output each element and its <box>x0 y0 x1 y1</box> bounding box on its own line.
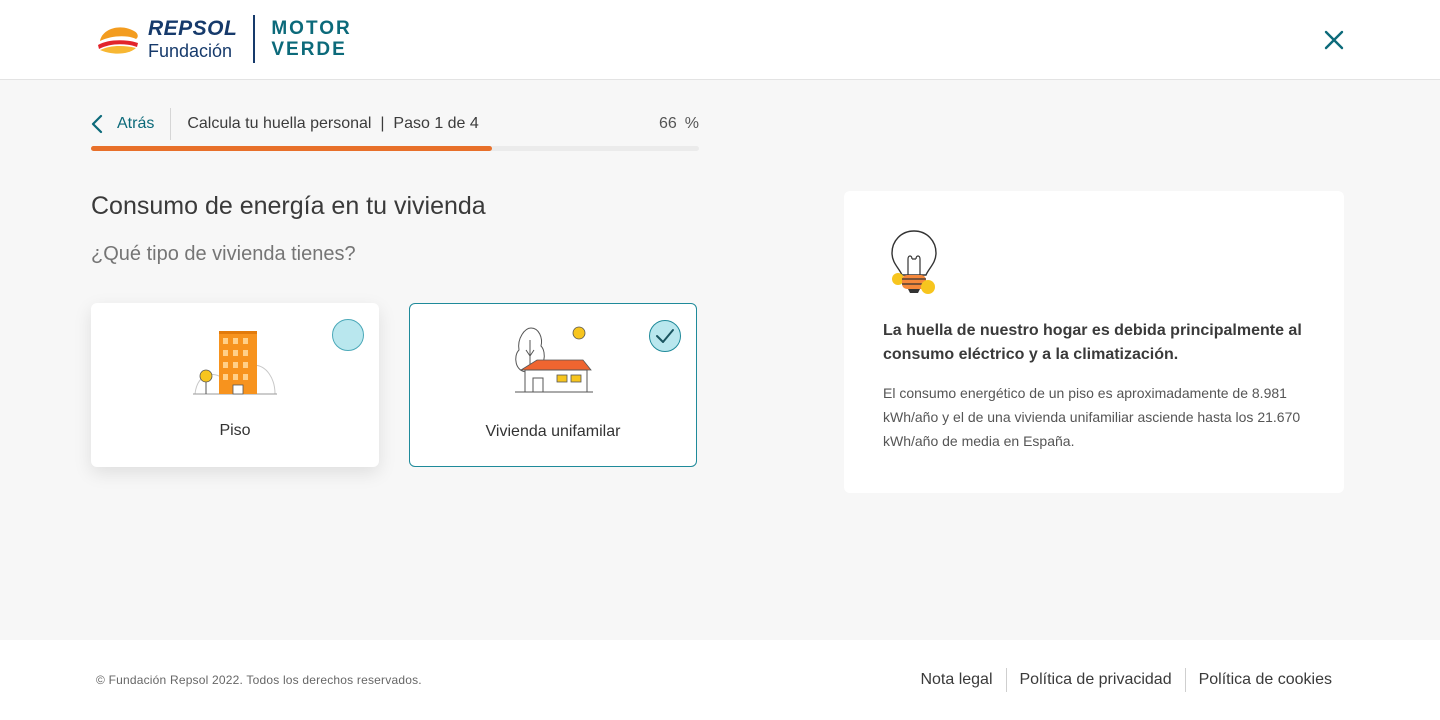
progress-bar <box>91 146 699 151</box>
chevron-left-icon <box>91 114 103 134</box>
house-icon <box>511 326 595 401</box>
program-name-line1: MOTOR <box>271 18 352 39</box>
info-title: La huella de nuestro hogar es debida pri… <box>883 322 1302 363</box>
brand-subtitle: Fundación <box>148 41 233 61</box>
radio-selected[interactable] <box>649 320 681 352</box>
progress-percent-sign: % <box>684 115 699 132</box>
section-heading: Consumo de energía en tu vivienda <box>91 192 486 220</box>
back-label: Atrás <box>117 115 155 132</box>
option-card-vivienda-unifamiliar[interactable]: Vivienda unifamilar <box>409 303 697 467</box>
option-card-piso[interactable]: Piso <box>91 303 379 467</box>
question-prompt: ¿Qué tipo de vivienda tienes? <box>91 243 356 265</box>
program-name-line2: VERDE <box>271 39 347 60</box>
fundacion-repsol-motor-verde-logo[interactable]: REPSOL Fundación MOTOR VERDE <box>94 14 352 64</box>
lightbulb-icon <box>888 229 940 302</box>
option-label: Vivienda unifamilar <box>485 423 621 440</box>
close-button[interactable] <box>1320 26 1348 54</box>
option-label: Piso <box>219 422 251 439</box>
repsol-wordmark: REPSOL Fundación <box>148 18 237 60</box>
step-title: Calcula tu huella personal | Paso 1 de 4 <box>187 115 479 132</box>
footer-links: Nota legal Política de privacidad Políti… <box>907 668 1332 692</box>
progress-percent-value: 66 <box>658 115 677 132</box>
brand-name: REPSOL <box>148 17 238 40</box>
site-footer: © Fundación Repsol 2022. Todos los derec… <box>0 640 1440 720</box>
progress-header: Atrás Calcula tu huella personal | Paso … <box>91 108 699 140</box>
site-header: REPSOL Fundación MOTOR VERDE <box>0 0 1440 80</box>
footer-link-politica-privacidad[interactable]: Política de privacidad <box>1007 668 1185 692</box>
back-button[interactable]: Atrás <box>91 108 172 140</box>
copyright-text: © Fundación Repsol 2022. Todos los derec… <box>96 673 422 687</box>
info-panel: La huella de nuestro hogar es debida pri… <box>844 191 1344 493</box>
apartment-building-icon <box>193 325 277 400</box>
footer-link-politica-cookies[interactable]: Política de cookies <box>1186 668 1332 692</box>
footer-link-nota-legal[interactable]: Nota legal <box>907 668 1005 692</box>
radio-unselected[interactable] <box>332 319 364 351</box>
close-icon <box>1324 30 1344 50</box>
progress-bar-fill <box>91 146 493 151</box>
motor-verde-wordmark: MOTOR VERDE <box>271 19 351 59</box>
info-body: El consumo energético de un piso es apro… <box>883 385 1301 449</box>
checkmark-icon <box>656 329 674 343</box>
logo-divider <box>253 15 256 63</box>
repsol-flame-icon <box>94 21 142 57</box>
progress-percent: 66% <box>659 115 699 133</box>
